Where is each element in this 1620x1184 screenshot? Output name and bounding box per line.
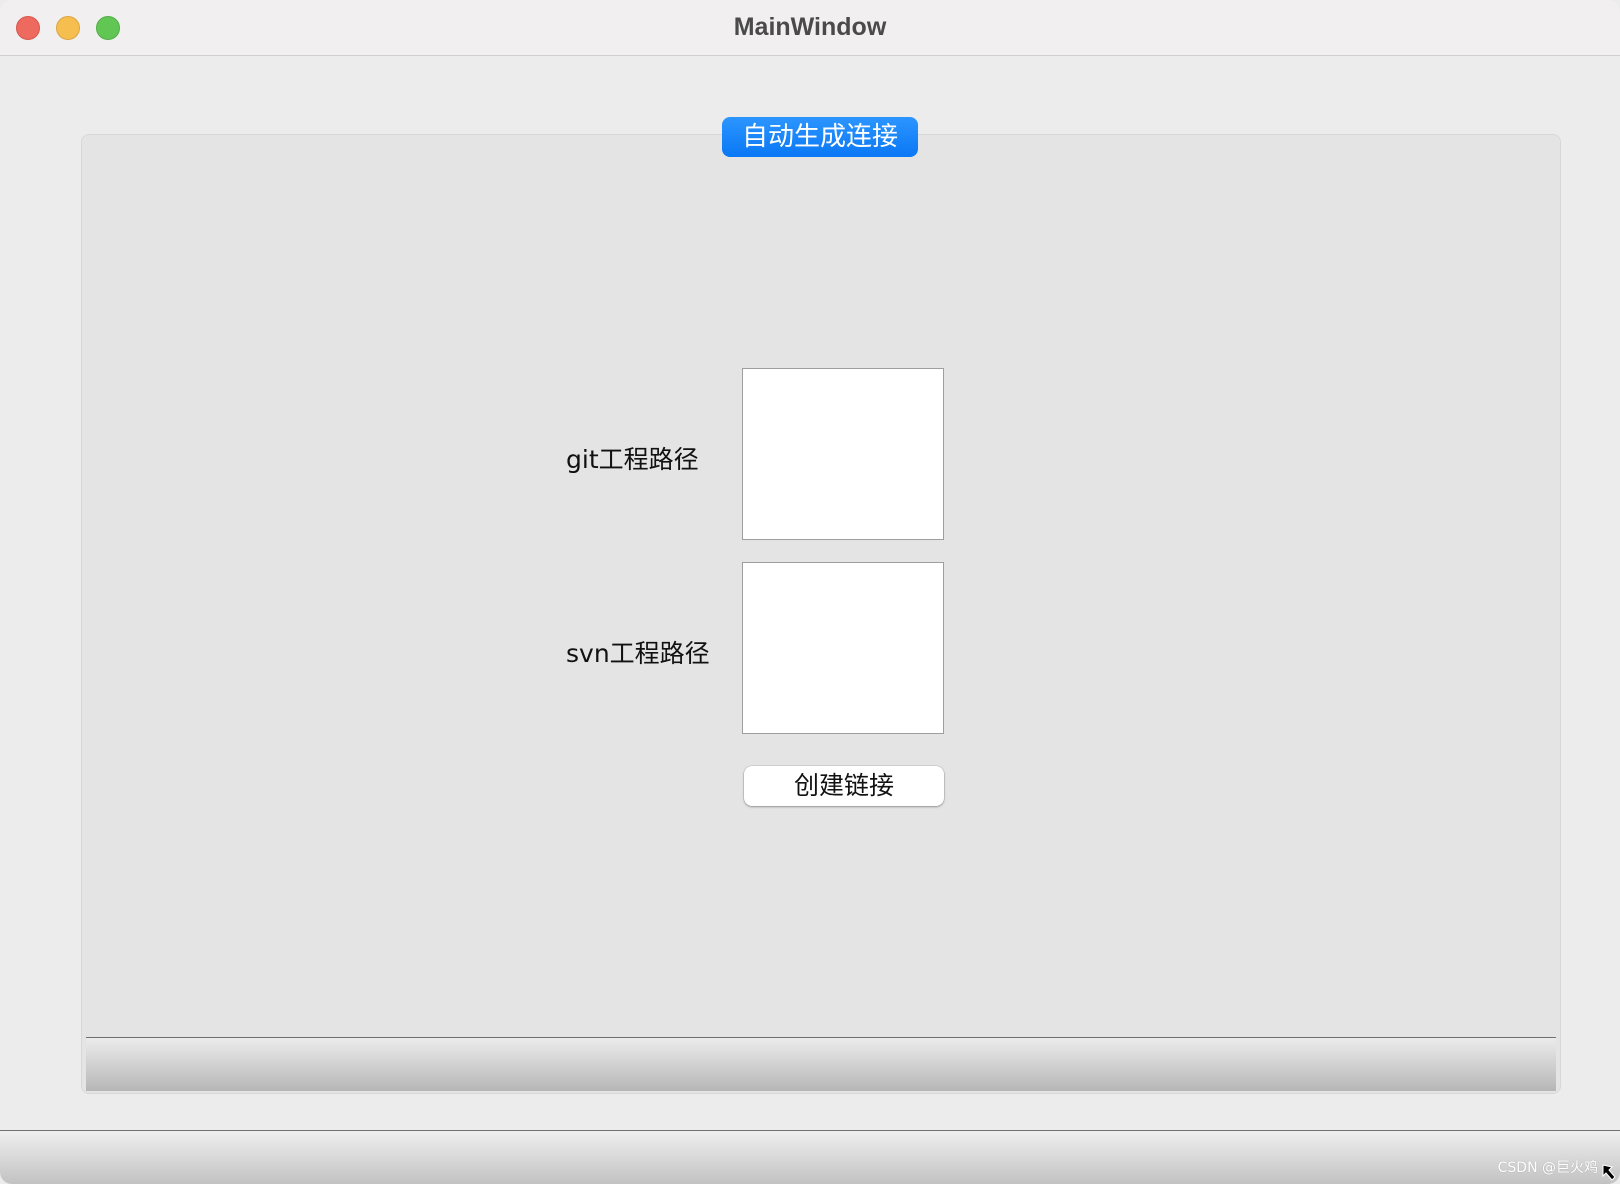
group-box-title: 自动生成连接 xyxy=(722,117,918,157)
create-link-button[interactable]: 创建链接 xyxy=(744,766,944,806)
status-bar xyxy=(0,1130,1620,1184)
svn-path-input[interactable] xyxy=(742,562,944,734)
git-path-label: git工程路径 xyxy=(566,445,699,474)
watermark: CSDN @巨火鸡 xyxy=(1497,1160,1598,1176)
window-title: MainWindow xyxy=(733,13,887,41)
git-path-input[interactable] xyxy=(742,368,944,540)
main-window: MainWindow 自动生成连接 git工程路径 svn工程路径 创建链接 C… xyxy=(0,0,1620,1184)
resize-grip-icon[interactable] xyxy=(1602,1164,1618,1182)
title-bar[interactable]: MainWindow xyxy=(0,0,1620,56)
svn-path-label: svn工程路径 xyxy=(566,639,710,668)
inner-status-bar xyxy=(86,1037,1556,1091)
